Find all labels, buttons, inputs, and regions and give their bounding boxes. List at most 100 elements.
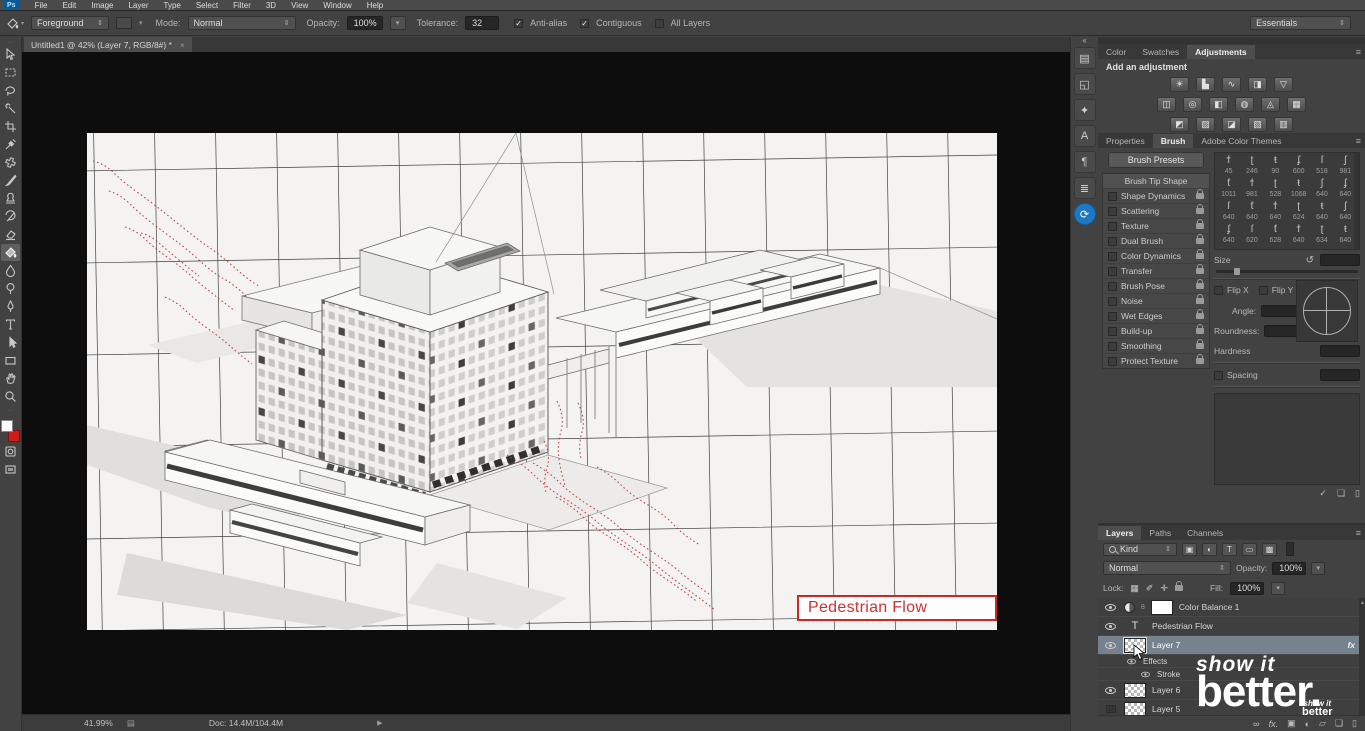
brush-option-smoothing[interactable]: Smoothing <box>1103 339 1209 354</box>
lock-all-icon[interactable] <box>1174 581 1183 591</box>
lock-position-icon[interactable]: ✛ <box>1160 583 1168 594</box>
stroke-effect-label[interactable]: Stroke <box>1157 670 1180 679</box>
paragraph-panel-icon[interactable]: ¶ <box>1073 151 1096 173</box>
color-swatches[interactable] <box>1 420 20 442</box>
checkbox[interactable] <box>1108 206 1117 216</box>
canvas-artwork[interactable]: Pedestrian Flow <box>87 133 997 630</box>
layer-opacity-value[interactable]: 100% <box>1272 561 1307 575</box>
blur-tool[interactable] <box>1 262 20 279</box>
brush-preset[interactable]: ʈ 634 <box>1310 224 1333 247</box>
healing-brush-tool[interactable] <box>1 154 20 171</box>
fill-dropdown-icon[interactable]: ▾ <box>1271 581 1286 595</box>
cc-libraries-icon[interactable]: ⟳ <box>1073 203 1096 225</box>
layers-scrollbar[interactable]: ▲ <box>1359 598 1365 715</box>
brush-preset[interactable]: ʈ 624 <box>1287 201 1310 224</box>
filter-adjustment-layers-icon[interactable]: ◐ <box>1202 542 1217 556</box>
filter-pixel-layers-icon[interactable]: ▣ <box>1182 542 1197 556</box>
tab-adjustments[interactable]: Adjustments <box>1187 45 1255 59</box>
dodge-tool[interactable] <box>1 280 20 297</box>
tab-properties[interactable]: Properties <box>1098 134 1153 148</box>
brush-option-color-dynamics[interactable]: Color Dynamics <box>1103 249 1209 264</box>
brush-preset-grid[interactable]: ϯ 45 ʈ 246 ŧ 90 ʄ 600 ſ 518 ʃ 981 ƭ 1011 ϯ 981 ʈ… <box>1214 152 1360 250</box>
notes-panel-icon[interactable]: ≣ <box>1073 177 1096 199</box>
brush-grid-scrollbar[interactable] <box>1354 153 1359 249</box>
layer-thumbnail[interactable] <box>1124 701 1146 715</box>
layer-row-layer7[interactable]: Layer 7 fx <box>1098 636 1365 655</box>
brush-preset[interactable]: ŧ 640 <box>1310 201 1333 224</box>
brush-preset[interactable]: ϯ 45 <box>1217 155 1240 178</box>
eraser-tool[interactable] <box>1 226 20 243</box>
contiguous-checkbox[interactable] <box>580 18 590 28</box>
tab-color[interactable]: Color <box>1098 45 1134 59</box>
checkbox[interactable] <box>1108 356 1117 366</box>
hue-saturation-icon[interactable]: ◫ <box>1157 97 1176 112</box>
opacity-dropdown-icon[interactable]: ▾ <box>389 16 406 30</box>
invert-icon[interactable]: ◩ <box>1170 117 1189 132</box>
share-doc-icon[interactable]: ▤ <box>127 718 135 729</box>
visibility-toggle[interactable] <box>1103 641 1118 649</box>
document-tab[interactable]: Untitled1 @ 42% (Layer 7, RGB/8#) * × <box>24 37 192 52</box>
pen-tool[interactable] <box>1 298 20 315</box>
delete-brush-icon[interactable]: ▯ <box>1355 488 1360 499</box>
panel-menu-icon[interactable]: ≡ <box>1356 47 1361 57</box>
path-selection-tool[interactable] <box>1 334 20 351</box>
brush-option-brush-pose[interactable]: Brush Pose <box>1103 279 1209 294</box>
layer-row-stroke[interactable]: Stroke <box>1098 668 1365 681</box>
layer-row-layer5[interactable]: Layer 5 <box>1098 700 1365 715</box>
workspace-dropdown[interactable]: Essentials ⇕ <box>1250 16 1351 30</box>
brush-preset[interactable]: ʄ 640 <box>1217 224 1240 247</box>
zoom-tool[interactable] <box>1 388 20 405</box>
selective-color-icon[interactable]: ▥ <box>1274 117 1293 132</box>
hand-tool[interactable] <box>1 370 20 387</box>
color-balance-icon[interactable]: ◎ <box>1183 97 1202 112</box>
character-panel-icon[interactable]: A <box>1073 125 1096 147</box>
size-value[interactable] <box>1320 254 1360 266</box>
menu-view[interactable]: View <box>291 1 308 10</box>
clone-stamp-tool[interactable] <box>1 190 20 207</box>
black-white-icon[interactable]: ◧ <box>1209 97 1228 112</box>
brush-option-noise[interactable]: Noise <box>1103 294 1209 309</box>
brush-option-shape-dynamics[interactable]: Shape Dynamics <box>1103 189 1209 204</box>
layer-name[interactable]: Color Balance 1 <box>1179 602 1239 612</box>
pattern-dropdown-icon[interactable]: ▾ <box>139 19 143 27</box>
checkbox[interactable] <box>1108 311 1117 321</box>
checkbox[interactable] <box>1108 341 1117 351</box>
brush-preset[interactable]: ƭ 640 <box>1240 201 1263 224</box>
move-tool[interactable] <box>1 46 20 63</box>
fill-source-dropdown[interactable]: Foreground ⇕ <box>31 16 110 30</box>
brush-preset[interactable]: ʈ 528 <box>1264 178 1287 201</box>
menu-file[interactable]: File <box>35 1 48 10</box>
hardness-value[interactable] <box>1320 345 1360 357</box>
brush-presets-button[interactable]: Brush Presets <box>1108 152 1204 168</box>
canvas-pasteboard[interactable]: Pedestrian Flow <box>22 52 1070 714</box>
brush-preset[interactable]: ϯ 640 <box>1287 224 1310 247</box>
menu-type[interactable]: Type <box>164 1 181 10</box>
menu-window[interactable]: Window <box>323 1 351 10</box>
delete-layer-icon[interactable]: ▯ <box>1352 718 1357 729</box>
brush-preset[interactable]: ʄ 600 <box>1287 155 1310 178</box>
clone-source-panel-icon[interactable]: ◱ <box>1073 73 1096 95</box>
visibility-toggle[interactable] <box>1103 603 1118 611</box>
size-slider[interactable] <box>1216 268 1358 275</box>
paint-bucket-tool-icon[interactable]: ▾ <box>6 17 24 30</box>
status-menu-icon[interactable]: ▶ <box>377 719 382 727</box>
paint-bucket-tool[interactable] <box>1 244 20 261</box>
tab-adobe-color-themes[interactable]: Adobe Color Themes <box>1193 134 1289 148</box>
brush-option-dual-brush[interactable]: Dual Brush <box>1103 234 1209 249</box>
eye-icon[interactable] <box>1141 671 1150 677</box>
brush-option-build-up[interactable]: Build-up <box>1103 324 1209 339</box>
photo-filter-icon[interactable]: ◍ <box>1235 97 1254 112</box>
filter-switch[interactable] <box>1286 542 1294 556</box>
quick-mask-button[interactable] <box>1 443 20 460</box>
brush-preset[interactable]: ʈ 246 <box>1240 155 1263 178</box>
menu-edit[interactable]: Edit <box>62 1 76 10</box>
checkbox[interactable] <box>1108 236 1117 246</box>
panel-menu-icon[interactable]: ≡ <box>1356 136 1361 146</box>
spacing-checkbox[interactable] <box>1214 370 1223 380</box>
checkbox[interactable] <box>1108 296 1117 306</box>
tool-presets-panel-icon[interactable]: ✦ <box>1073 99 1096 121</box>
brush-tip-angle-preview[interactable] <box>1296 280 1358 342</box>
tab-layers[interactable]: Layers <box>1098 526 1142 540</box>
tolerance-input[interactable]: 32 <box>465 16 500 30</box>
layer-thumbnail[interactable] <box>1123 636 1147 654</box>
